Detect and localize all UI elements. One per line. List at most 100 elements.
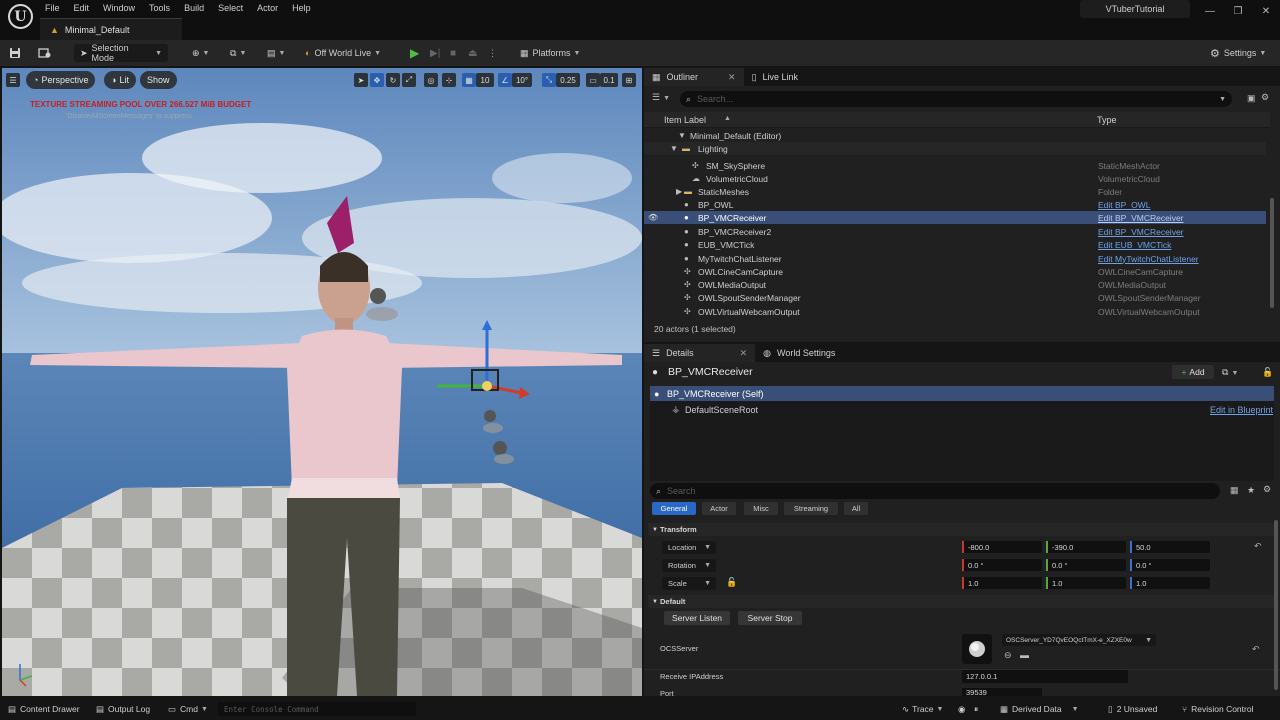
grid-snap-value[interactable]: 10: [476, 73, 494, 87]
minimize-icon[interactable]: —: [1196, 0, 1224, 22]
edit-blueprint-link[interactable]: Edit BP_VMCReceiver: [1098, 213, 1184, 223]
grid-snap-icon[interactable]: ▦: [462, 73, 476, 87]
ocs-server-dropdown[interactable]: OSCServer_YD7QvEOQctTmX-e_XZXE0w ▼: [1002, 634, 1156, 646]
filter-icon[interactable]: ☰ ▼: [652, 92, 670, 103]
close-icon[interactable]: ✕: [728, 72, 736, 83]
outliner-row[interactable]: ● MyTwitchChatListener Edit MyTwitchChat…: [644, 252, 1266, 265]
rotation-snap-value[interactable]: 10°: [512, 73, 532, 87]
menu-file[interactable]: File: [38, 2, 67, 14]
expand-icon[interactable]: ▼: [678, 131, 686, 140]
scale-snap-icon[interactable]: ⤡: [542, 73, 556, 87]
cinematics-button[interactable]: ▤ ▼: [267, 44, 285, 62]
content-drawer-button[interactable]: ▤ Content Drawer: [8, 702, 80, 716]
translate-tool-icon[interactable]: ✥: [370, 73, 384, 87]
rotation-snap-icon[interactable]: ∠: [498, 73, 512, 87]
maximize-icon[interactable]: ❐: [1224, 0, 1252, 22]
outliner-row[interactable]: ● BP_VMCReceiver2 Edit BP_VMCReceiver: [644, 225, 1266, 238]
component-root-row[interactable]: ⚶ DefaultSceneRoot Edit in Blueprint: [650, 402, 1274, 417]
use-selected-icon[interactable]: ⊖: [1004, 650, 1012, 661]
outliner-row[interactable]: ☁ VolumetricCloud VolumetricCloud: [644, 172, 1266, 185]
outliner-scrollbar[interactable]: [1270, 198, 1274, 308]
outliner-row[interactable]: ▼ Minimal_Default (Editor): [644, 129, 1266, 142]
blueprints-button[interactable]: ⧉ ▼: [230, 44, 246, 62]
surface-snap-icon[interactable]: ⊹: [442, 73, 456, 87]
location-z-input[interactable]: 50.0: [1130, 541, 1210, 553]
location-y-input[interactable]: -390.0: [1046, 541, 1126, 553]
location-x-input[interactable]: -800.0: [962, 541, 1042, 553]
outliner-row[interactable]: ▼ ▬ Lighting: [644, 142, 1266, 155]
port-input[interactable]: 39539: [962, 688, 1042, 696]
item-label-header[interactable]: Item Label: [664, 115, 706, 125]
menu-select[interactable]: Select: [211, 2, 250, 14]
settings-dropdown[interactable]: ⚙ Settings ▼: [1210, 44, 1266, 62]
camera-speed-icon[interactable]: ▭: [586, 73, 600, 87]
lock-icon[interactable]: 🔓: [1262, 367, 1273, 378]
save-icon[interactable]: [9, 44, 21, 62]
expand-right-icon[interactable]: ▶: [676, 187, 682, 196]
edit-blueprint-link[interactable]: Edit BP_VMCReceiver: [1098, 227, 1184, 237]
gear-icon[interactable]: ⚙: [1261, 92, 1269, 103]
rotation-z-input[interactable]: 0.0 °: [1130, 559, 1210, 571]
stop-button[interactable]: ■: [450, 44, 456, 62]
outliner-row[interactable]: ✣ SM_SkySphere StaticMeshActor: [644, 159, 1266, 172]
menu-window[interactable]: Window: [96, 2, 142, 14]
perspective-button[interactable]: ◔ Perspective: [26, 71, 96, 89]
selection-mode-dropdown[interactable]: ➤ Selection Mode ▼: [74, 43, 168, 63]
record-icon[interactable]: ◉: [958, 702, 965, 716]
menu-edit[interactable]: Edit: [67, 2, 97, 14]
transform-section-header[interactable]: ▼ Transform: [648, 523, 1274, 536]
play-button[interactable]: ▶: [410, 44, 419, 62]
close-icon[interactable]: ✕: [740, 348, 748, 359]
default-section-header[interactable]: ▼ Default: [648, 595, 1274, 608]
unreal-logo-icon[interactable]: U: [8, 4, 33, 29]
level-viewport[interactable]: ☰ ◔ Perspective ◑ Lit Show ➤ ✥ ↻ ⤢ ◎ ⊹ ▦…: [2, 68, 642, 696]
expand-icon[interactable]: ▼: [670, 144, 678, 153]
gear-icon[interactable]: ⚙: [1263, 484, 1271, 495]
edit-blueprint-link[interactable]: Edit EUB_VMCTick: [1098, 240, 1171, 250]
star-icon[interactable]: ★: [1247, 485, 1255, 496]
outliner-row[interactable]: ✣ OWLSpoutSenderManager OWLSpoutSenderMa…: [644, 291, 1266, 304]
rotation-x-input[interactable]: 0.0 °: [962, 559, 1042, 571]
play-options-button[interactable]: ⋮: [488, 44, 497, 62]
details-search-input[interactable]: ⌕ Search: [650, 483, 1220, 499]
rotation-y-input[interactable]: 0.0 °: [1046, 559, 1126, 571]
scale-y-input[interactable]: 1.0: [1046, 577, 1126, 589]
maximize-viewport-icon[interactable]: ⊞: [622, 73, 636, 87]
outliner-row-selected[interactable]: 👁 ● BP_VMCReceiver Edit BP_VMCReceiver: [644, 211, 1266, 224]
tab-live-link[interactable]: ▯ Live Link: [744, 68, 806, 86]
console-command-input[interactable]: Enter Console Command: [218, 702, 416, 716]
blueprint-options-icon[interactable]: ⧉ ▼: [1222, 367, 1238, 378]
filter-tab-streaming[interactable]: Streaming: [784, 502, 838, 515]
lock-icon[interactable]: 🔓: [726, 577, 737, 588]
menu-actor[interactable]: Actor: [250, 2, 285, 14]
outliner-row[interactable]: ● BP_OWL Edit BP_OWL: [644, 198, 1266, 211]
add-content-button[interactable]: ⊕ ▼: [192, 44, 209, 62]
add-folder-icon[interactable]: ▣: [1247, 93, 1256, 104]
camera-speed-value[interactable]: 0.1: [600, 73, 618, 87]
tab-world-settings[interactable]: ◍ World Settings: [755, 344, 843, 362]
menu-help[interactable]: Help: [285, 2, 318, 14]
outliner-row[interactable]: ▶ ▬ StaticMeshes Folder: [644, 185, 1266, 198]
location-dropdown[interactable]: Location ▼: [662, 541, 716, 554]
step-button[interactable]: ▶|: [430, 44, 440, 62]
net-mode-dropdown[interactable]: ◐ Off World Live ▼: [305, 44, 381, 62]
filter-tab-all[interactable]: All: [844, 502, 868, 515]
derived-data-dropdown[interactable]: ▦ Derived Data ▼: [1000, 702, 1079, 716]
browse-folder-icon[interactable]: ▬: [1020, 650, 1029, 660]
menu-build[interactable]: Build: [177, 2, 211, 14]
scale-dropdown[interactable]: Scale ▼: [662, 577, 716, 590]
server-stop-button[interactable]: Server Stop: [738, 611, 802, 625]
eject-button[interactable]: ⏏: [468, 44, 477, 62]
rotate-tool-icon[interactable]: ↻: [386, 73, 400, 87]
tab-outliner[interactable]: ▦ Outliner ✕: [644, 68, 744, 86]
menu-tools[interactable]: Tools: [142, 2, 177, 14]
outliner-row[interactable]: ✣ OWLCineCamCapture OWLCineCamCapture: [644, 265, 1266, 278]
outliner-search-input[interactable]: ⌕ Search... ▼: [680, 91, 1232, 107]
actor-name[interactable]: BP_VMCReceiver: [668, 366, 753, 378]
revision-control-button[interactable]: ⑂ Revision Control: [1182, 702, 1253, 716]
edit-blueprint-link[interactable]: Edit MyTwitchChatListener: [1098, 254, 1199, 264]
output-log-button[interactable]: ▤ Output Log: [96, 702, 150, 716]
type-header[interactable]: Type: [1097, 115, 1117, 125]
component-self-row[interactable]: ● BP_VMCReceiver (Self): [650, 386, 1274, 401]
scale-z-input[interactable]: 1.0: [1130, 577, 1210, 589]
